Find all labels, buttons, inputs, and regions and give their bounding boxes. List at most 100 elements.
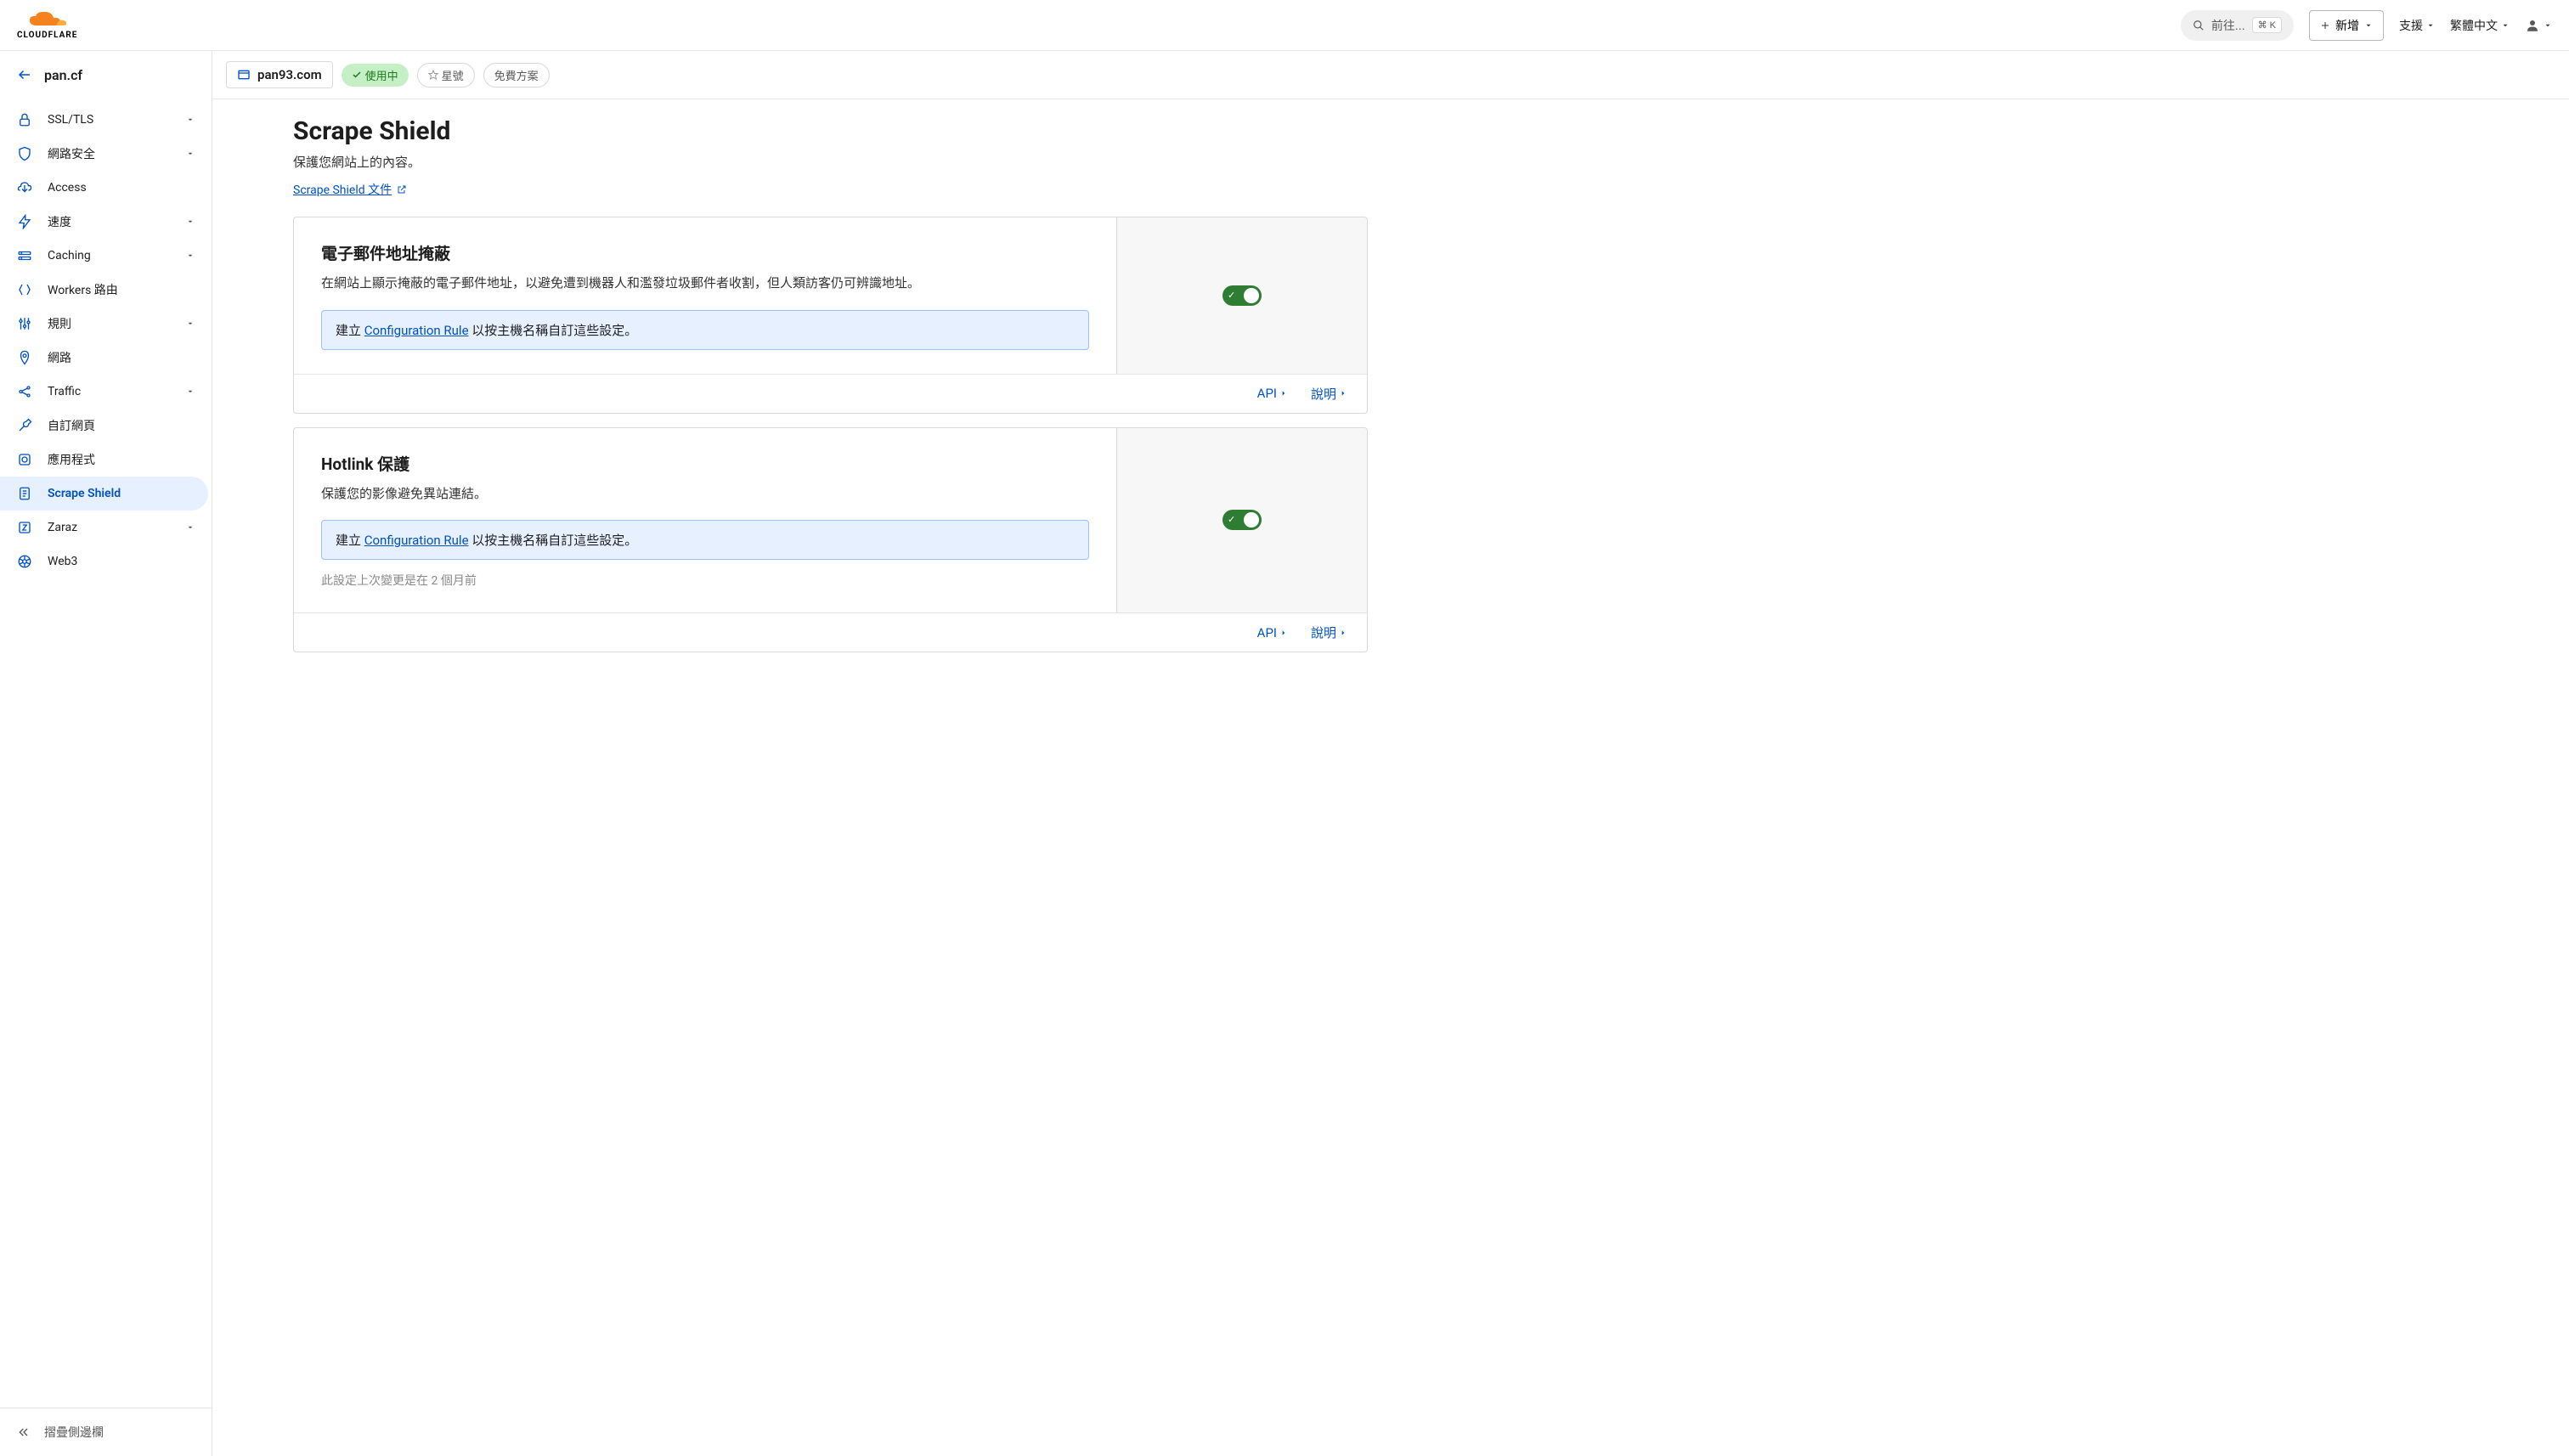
check-icon [352, 70, 362, 80]
check-icon: ✓ [1228, 514, 1235, 525]
language-menu[interactable]: 繁體中文 [2450, 17, 2510, 34]
sidebar-item--[interactable]: 應用程式 [0, 443, 212, 477]
domain-name: pan93.com [257, 67, 322, 82]
sidebar-item--[interactable]: 網路 [0, 341, 212, 375]
sidebar-item-scrape-shield[interactable]: Scrape Shield [0, 477, 208, 511]
sidebar-item-label: Zaraz [48, 521, 77, 534]
check-icon: ✓ [1228, 290, 1235, 301]
page-title: Scrape Shield [293, 116, 1368, 146]
sidebar: pan.cf SSL/TLS 網路安全 Access 速度 Caching Workers… [0, 51, 212, 1456]
sidebar-item-label: 網路安全 [48, 145, 95, 162]
sidebar-item--[interactable]: 網路安全 [0, 137, 212, 171]
shield-icon [17, 146, 32, 161]
card-description: 在網站上顯示掩蔽的電子郵件地址，以避免遭到機器人和濫發垃圾郵件者收割，但人類訪客… [321, 273, 1089, 295]
sidebar-item-zaraz[interactable]: Zaraz [0, 511, 212, 545]
sidebar-item-label: 網路 [48, 349, 71, 366]
back-button[interactable] [17, 67, 32, 82]
sidebar-item-label: 規則 [48, 315, 71, 332]
status-badge: 使用中 [342, 64, 409, 87]
sidebar-item-label: Caching [48, 249, 91, 262]
user-menu[interactable] [2525, 18, 2552, 33]
sidebar-item-label: 速度 [48, 213, 71, 230]
caret-right-icon [1340, 628, 1347, 638]
star-label: 星號 [442, 67, 464, 83]
domain-chip[interactable]: pan93.com [226, 61, 333, 88]
toggle-switch[interactable]: ✓ [1222, 285, 1262, 306]
search-kbd: ⌘ K [2252, 17, 2282, 33]
plus-icon [2320, 20, 2330, 31]
search-button[interactable]: 前往... ⌘ K [2181, 10, 2294, 41]
status-text: 使用中 [365, 67, 398, 83]
apps-icon [17, 452, 32, 467]
caret-down-icon [2364, 21, 2373, 30]
wrench-icon [17, 418, 32, 433]
sidebar-item-web3[interactable]: Web3 [0, 545, 212, 578]
bolt-icon [17, 214, 32, 229]
chevron-down-icon [186, 217, 195, 226]
caret-right-icon [1280, 388, 1287, 398]
lock-icon [17, 112, 32, 127]
nav-list: SSL/TLS 網路安全 Access 速度 Caching Workers 路由規則網路… [0, 99, 212, 1408]
help-link[interactable]: 說明 [1311, 624, 1347, 641]
card-description: 保護您的影像避免異站連結。 [321, 483, 1089, 505]
filter-icon [17, 316, 32, 331]
caret-down-icon [2426, 21, 2435, 30]
search-label: 前往... [2211, 17, 2245, 34]
toggle-switch[interactable]: ✓ [1222, 510, 1262, 530]
chevron-down-icon [186, 387, 195, 396]
info-banner: 建立 Configuration Rule 以按主機名稱自訂這些設定。 [321, 310, 1089, 350]
plan-badge[interactable]: 免費方案 [483, 63, 550, 87]
cloud-arrow-icon [17, 180, 32, 195]
domain-bar: pan93.com 使用中 星號 免費方案 [212, 51, 2569, 99]
setting-card: 電子郵件地址掩蔽在網站上顯示掩蔽的電子郵件地址，以避免遭到機器人和濫發垃圾郵件者… [293, 217, 1368, 414]
help-link[interactable]: 說明 [1311, 385, 1347, 403]
cloudflare-logo-icon [26, 10, 69, 29]
sidebar-item-caching[interactable]: Caching [0, 239, 212, 273]
caret-down-icon [2544, 21, 2552, 30]
site-breadcrumb: pan.cf [0, 51, 212, 99]
scrape-icon [17, 486, 32, 501]
sidebar-item-ssl-tls[interactable]: SSL/TLS [0, 103, 212, 137]
doc-link-text: Scrape Shield 文件 [293, 181, 392, 198]
sidebar-item-access[interactable]: Access [0, 171, 212, 205]
logo[interactable]: CLOUDFLARE [17, 10, 77, 40]
language-label: 繁體中文 [2450, 17, 2498, 34]
api-link[interactable]: API [1257, 624, 1287, 641]
api-link[interactable]: API [1257, 385, 1287, 403]
page-subtitle: 保護您網站上的內容。 [293, 153, 1368, 171]
sidebar-item-label: Workers 路由 [48, 281, 118, 298]
setting-card: Hotlink 保護保護您的影像避免異站連結。建立 Configuration … [293, 427, 1368, 653]
info-banner: 建立 Configuration Rule 以按主機名稱自訂這些設定。 [321, 520, 1089, 560]
support-label: 支援 [2399, 17, 2423, 34]
main-content: pan93.com 使用中 星號 免費方案 Scrape Shield 保護您網… [212, 51, 2569, 1456]
chevron-down-icon [186, 523, 195, 532]
card-title: Hotlink 保護 [321, 452, 1089, 475]
sidebar-item--[interactable]: 規則 [0, 307, 212, 341]
plan-label: 免費方案 [494, 67, 539, 83]
search-icon [2193, 20, 2205, 31]
caret-right-icon [1340, 388, 1347, 398]
chevron-down-icon [186, 319, 195, 328]
top-header: CLOUDFLARE 前往... ⌘ K 新增 支援 繁體中文 [0, 0, 2569, 51]
star-button[interactable]: 星號 [417, 63, 475, 87]
chevron-down-icon [186, 150, 195, 158]
sidebar-item-label: Traffic [48, 385, 81, 398]
sidebar-item-workers-[interactable]: Workers 路由 [0, 273, 212, 307]
sidebar-item--[interactable]: 速度 [0, 205, 212, 239]
sidebar-item-label: Access [48, 181, 87, 195]
caret-down-icon [2501, 21, 2510, 30]
sidebar-item--[interactable]: 自訂網頁 [0, 409, 212, 443]
sidebar-item-label: Scrape Shield [48, 487, 121, 500]
zaraz-icon [17, 520, 32, 535]
card-meta: 此設定上次變更是在 2 個月前 [321, 572, 1089, 589]
config-rule-link[interactable]: Configuration Rule [364, 533, 469, 548]
config-rule-link[interactable]: Configuration Rule [364, 323, 469, 338]
support-menu[interactable]: 支援 [2399, 17, 2435, 34]
pin-icon [17, 350, 32, 365]
collapse-sidebar-button[interactable]: 摺疊側邊欄 [0, 1408, 212, 1456]
external-link-icon [397, 184, 407, 195]
add-button[interactable]: 新增 [2309, 10, 2384, 41]
sidebar-item-traffic[interactable]: Traffic [0, 375, 212, 409]
globe-icon [237, 68, 251, 82]
doc-link[interactable]: Scrape Shield 文件 [293, 181, 407, 198]
